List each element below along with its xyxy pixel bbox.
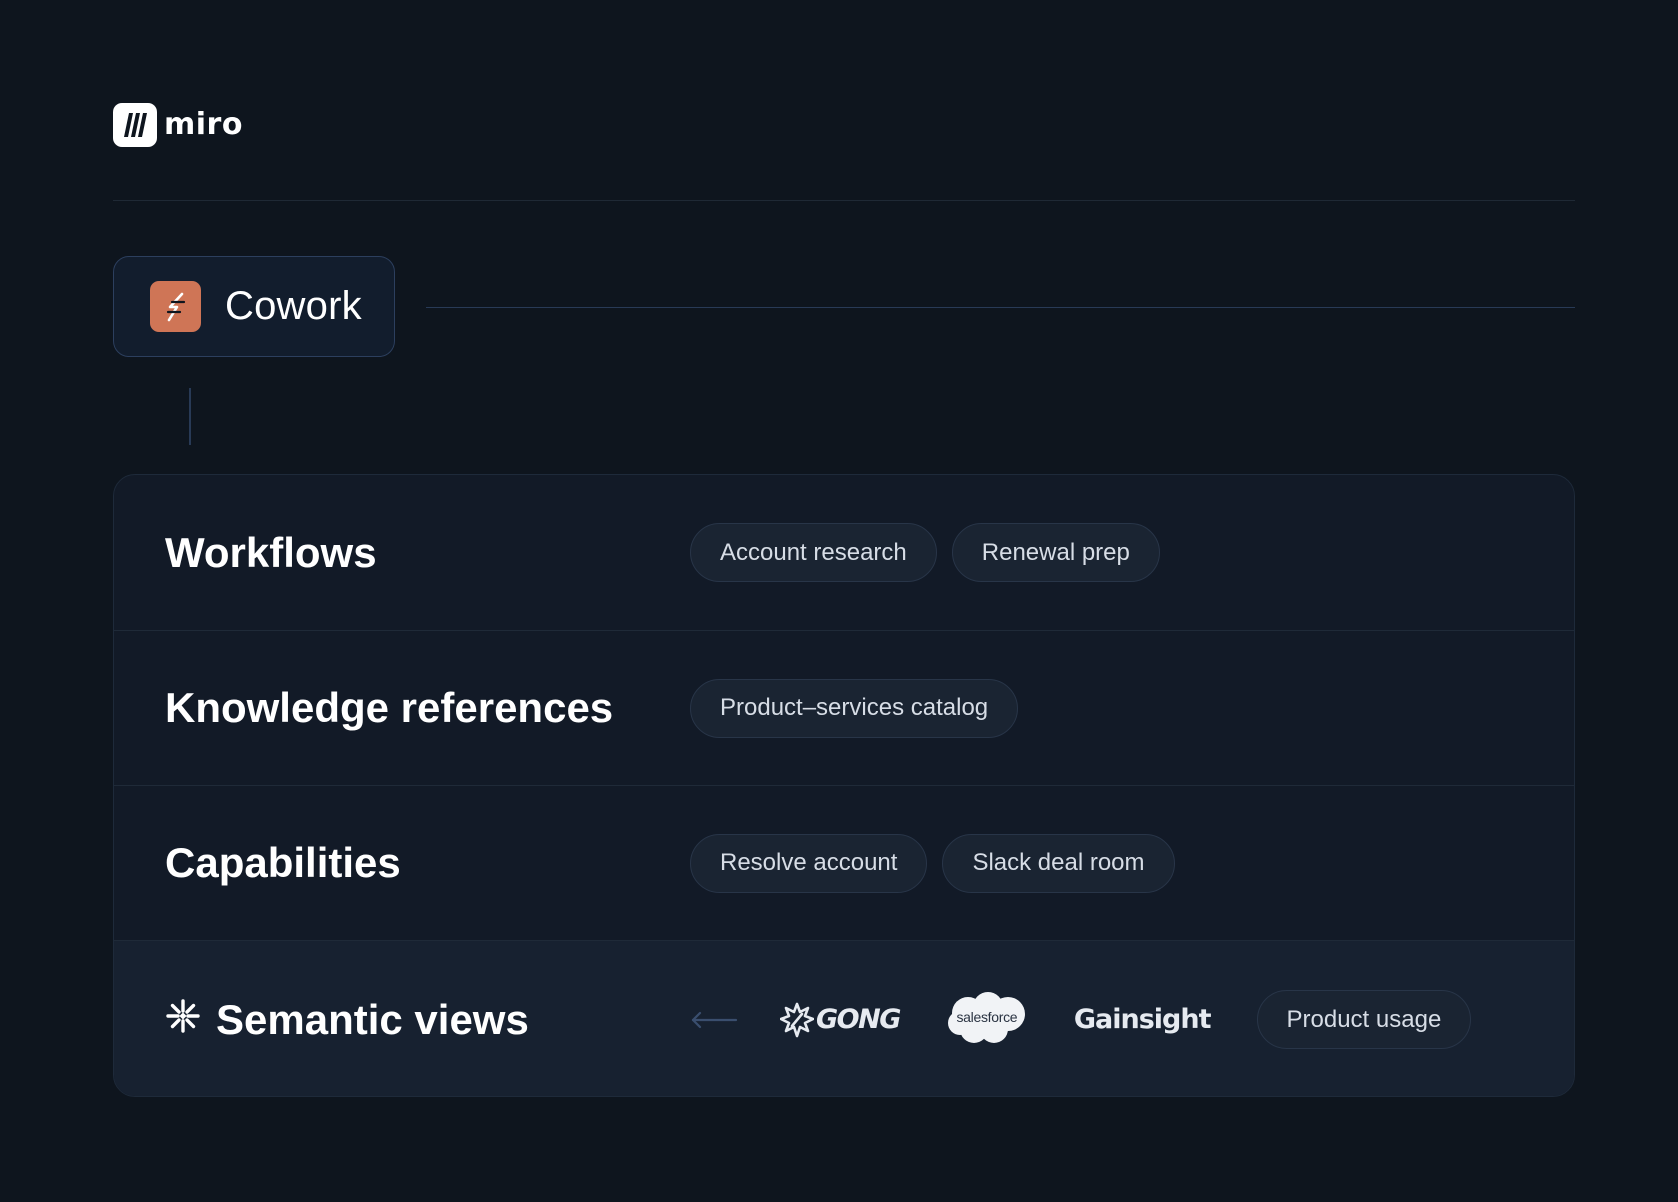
section-title-group: Semantic views [165, 996, 529, 1044]
section-title: Capabilities [165, 839, 401, 886]
connector-vertical [189, 388, 191, 445]
root-node-cowork[interactable]: Cowork [113, 256, 395, 357]
section-row-capabilities: Capabilities Resolve account Slack deal … [114, 785, 1574, 940]
gainsight-logo-text: Gainsight [1073, 1004, 1212, 1035]
semantic-sources: GONG salesforce Gainsight Product usage [690, 990, 1472, 1049]
miro-logo-icon [113, 103, 157, 147]
chip-resolve-account[interactable]: Resolve account [690, 833, 928, 893]
chip-group: Account research Renewal prep [690, 523, 1175, 582]
snowflake-icon [165, 996, 201, 1044]
chip-renewal-prep[interactable]: Renewal prep [951, 523, 1160, 582]
header-divider [113, 200, 1575, 201]
section-row-workflows: Workflows Account research Renewal prep [114, 475, 1574, 630]
layers-panel: Workflows Account research Renewal prep … [113, 474, 1575, 1097]
salesforce-logo-text: salesforce [956, 1008, 1018, 1025]
chip-product-services-catalog[interactable]: Product–services catalog [690, 678, 1019, 738]
brand-logo[interactable]: miro [113, 103, 243, 147]
chip-account-research[interactable]: Account research [690, 523, 937, 582]
chip-group: Resolve account Slack deal room [690, 833, 1190, 893]
section-title: Semantic views [216, 995, 529, 1043]
section-title: Knowledge references [165, 684, 614, 731]
root-node-label: Cowork [225, 284, 362, 328]
gong-logo-text: GONG [816, 1004, 901, 1035]
gong-starburst-icon [780, 1002, 814, 1037]
connector-horizontal [426, 307, 1575, 308]
section-title: Workflows [165, 528, 377, 576]
brand-name: miro [164, 107, 243, 142]
arrow-left-icon [690, 1010, 738, 1030]
salesforce-logo[interactable]: salesforce [946, 991, 1028, 1049]
section-row-knowledge-references: Knowledge references Product–services ca… [114, 630, 1574, 785]
gainsight-logo[interactable]: Gainsight [1073, 1004, 1212, 1035]
chip-slack-deal-room[interactable]: Slack deal room [942, 833, 1175, 893]
lightning-bolt-icon [150, 281, 201, 332]
section-row-semantic-views: Semantic views GONG salesforce Gainsight… [114, 940, 1574, 1096]
gong-logo[interactable]: GONG [780, 1002, 901, 1038]
chip-group: Product–services catalog [690, 678, 1033, 738]
chip-product-usage[interactable]: Product usage [1256, 990, 1472, 1049]
